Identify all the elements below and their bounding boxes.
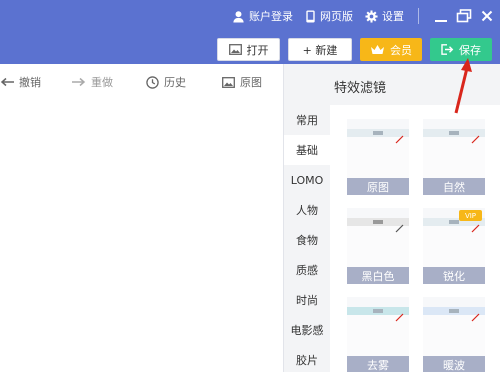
close-button[interactable] bbox=[477, 6, 497, 26]
filter-preview bbox=[347, 307, 409, 361]
category-item[interactable]: 时尚 bbox=[284, 285, 330, 315]
editor-canvas[interactable] bbox=[0, 98, 283, 372]
filter-thumb[interactable]: 自然 bbox=[423, 119, 485, 195]
window-controls bbox=[431, 6, 500, 26]
export-icon bbox=[441, 44, 454, 55]
edit-toolbar: 撤销 重做 历史 原图 bbox=[0, 64, 283, 98]
settings-label: 设置 bbox=[382, 10, 404, 23]
vip-badge: VIP bbox=[459, 210, 482, 221]
maximize-button[interactable] bbox=[454, 6, 474, 26]
undo-label: 撤销 bbox=[19, 76, 41, 89]
category-item[interactable]: 食物 bbox=[284, 225, 330, 255]
original-label: 原图 bbox=[240, 76, 262, 89]
filter-category-list: 常用 基础 LOMO 人物 食物 质感 时尚 电影感 胶片 bbox=[284, 105, 330, 372]
image-icon bbox=[222, 76, 235, 88]
filter-thumb[interactable]: 暖波 bbox=[423, 297, 485, 372]
web-version-link[interactable]: 网页版 bbox=[305, 8, 353, 24]
redo-label: 重做 bbox=[91, 76, 113, 89]
minimize-button[interactable] bbox=[431, 6, 451, 26]
filter-preview bbox=[423, 129, 485, 183]
filter-preview bbox=[423, 218, 485, 272]
filter-thumb[interactable]: 去雾 bbox=[347, 297, 409, 372]
undo-arrow-icon bbox=[0, 77, 14, 87]
vip-label: 会员 bbox=[390, 43, 412, 57]
pen-icon bbox=[471, 135, 480, 144]
filter-thumb[interactable]: 黑白色 bbox=[347, 208, 409, 284]
app-header: 账户登录 网页版 设置 打开 + 新建 会员 保存 bbox=[0, 0, 500, 64]
action-bar: 打开 + 新建 会员 保存 bbox=[217, 38, 492, 61]
category-item[interactable]: 常用 bbox=[284, 105, 330, 135]
settings-link[interactable]: 设置 bbox=[365, 8, 404, 24]
account-login-label: 账户登录 bbox=[249, 10, 293, 23]
topbar-divider bbox=[418, 8, 419, 24]
pen-icon bbox=[395, 313, 404, 322]
save-label: 保存 bbox=[459, 43, 481, 57]
phone-icon bbox=[306, 9, 315, 23]
pen-icon bbox=[471, 313, 480, 322]
original-button[interactable]: 原图 bbox=[222, 74, 262, 90]
minimize-icon bbox=[435, 20, 447, 22]
panel-title: 特效滤镜 bbox=[334, 81, 387, 96]
filter-name: 暖波 bbox=[423, 356, 485, 372]
filter-name: 去雾 bbox=[347, 356, 409, 372]
clock-icon bbox=[146, 75, 159, 89]
category-item[interactable]: 胶片 bbox=[284, 345, 330, 372]
redo-button[interactable]: 重做 bbox=[72, 74, 113, 90]
filter-panel: 特效滤镜 常用 基础 LOMO 人物 食物 质感 时尚 电影感 胶片 原图 自然 bbox=[283, 64, 500, 372]
history-button[interactable]: 历史 bbox=[146, 74, 186, 90]
open-button[interactable]: 打开 bbox=[217, 38, 280, 61]
new-label: + 新建 bbox=[302, 43, 338, 57]
restore-icon bbox=[456, 9, 472, 23]
pen-icon bbox=[471, 224, 480, 233]
category-item[interactable]: 人物 bbox=[284, 195, 330, 225]
filter-name: 原图 bbox=[347, 178, 409, 195]
user-icon bbox=[233, 10, 244, 23]
filter-name: 黑白色 bbox=[347, 267, 409, 284]
category-item[interactable]: 质感 bbox=[284, 255, 330, 285]
redo-arrow-icon bbox=[72, 77, 86, 87]
category-item[interactable]: 电影感 bbox=[284, 315, 330, 345]
image-icon bbox=[228, 44, 242, 55]
crown-icon bbox=[371, 45, 384, 54]
filter-preview bbox=[423, 307, 485, 361]
filter-grid: 原图 自然 黑白色 VIP 锐化 去雾 暖波 bbox=[330, 105, 500, 372]
filter-name: 锐化 bbox=[423, 267, 485, 284]
filter-thumb[interactable]: VIP 锐化 bbox=[423, 208, 485, 284]
save-button[interactable]: 保存 bbox=[430, 38, 492, 61]
filter-preview bbox=[347, 218, 409, 272]
history-label: 历史 bbox=[164, 76, 186, 89]
account-login-link[interactable]: 账户登录 bbox=[232, 8, 293, 24]
filter-name: 自然 bbox=[423, 178, 485, 195]
photo-editor-app: 账户登录 网页版 设置 打开 + 新建 会员 保存 撤销 重做 历史 原图 特效… bbox=[0, 0, 500, 372]
web-version-label: 网页版 bbox=[320, 10, 353, 23]
top-bar: 账户登录 网页版 设置 bbox=[232, 4, 500, 28]
pen-icon bbox=[395, 224, 404, 233]
vip-button[interactable]: 会员 bbox=[360, 38, 422, 61]
filter-thumb[interactable]: 原图 bbox=[347, 119, 409, 195]
gear-icon bbox=[365, 9, 378, 23]
pen-icon bbox=[395, 135, 404, 144]
close-icon bbox=[481, 10, 493, 22]
undo-button[interactable]: 撤销 bbox=[0, 74, 41, 90]
filter-preview bbox=[347, 129, 409, 183]
new-button[interactable]: + 新建 bbox=[288, 38, 352, 61]
open-label: 打开 bbox=[246, 43, 269, 57]
category-item[interactable]: LOMO bbox=[284, 165, 330, 195]
category-item-active[interactable]: 基础 bbox=[284, 135, 330, 165]
